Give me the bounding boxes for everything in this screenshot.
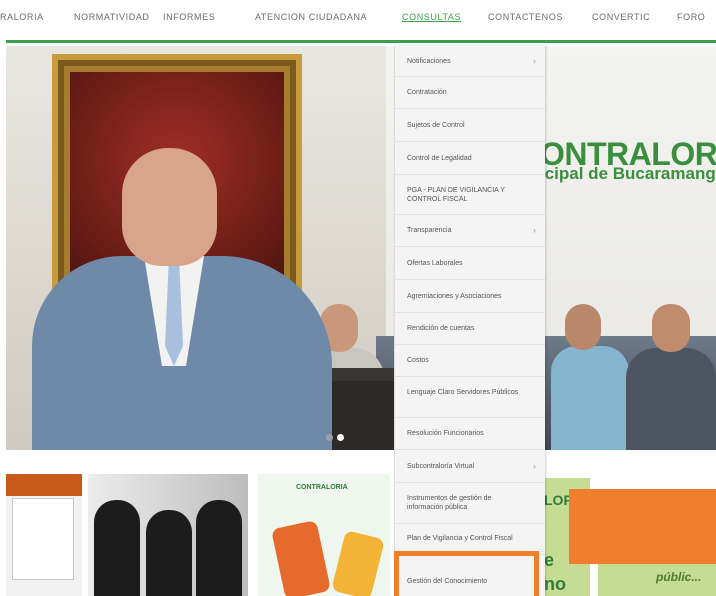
menu-item-pga-plan-vigilancia[interactable]: PGA - PLAN DE VIGILANCIA Y CONTROL FISCA… [395,175,545,215]
menu-item-agremiaciones[interactable]: Agremiaciones y Asociaciones [395,280,545,313]
menu-item-control-de-legalidad[interactable]: Control de Legalidad [395,142,545,175]
menu-item-label: Agremiaciones y Asociaciones [407,293,502,300]
nav-item-consultas[interactable]: CONSULTAS [402,12,461,22]
menu-item-ofertas-laborales[interactable]: Ofertas Laborales [395,247,545,280]
slider-dot-active[interactable] [337,434,344,441]
nav-item-atencion-ciudadana[interactable]: ATENCION CIUDADANA [255,12,367,22]
menu-item-subcontraloria-virtual[interactable]: Subcontraloría Virtual › [395,450,545,483]
menu-item-lenguaje-claro[interactable]: Lenguaje Claro Servidores Públicos [395,377,545,418]
menu-item-label: Sujetos de Control [407,122,465,129]
orange-overlay-block [569,489,716,564]
hero-slider[interactable]: ONTRALORIA icipal de Bucaramanga [6,46,716,450]
cartoon-figure [331,530,385,596]
menu-item-notificaciones[interactable]: Notificaciones › [395,46,545,77]
tile-handshake[interactable] [88,474,248,596]
slider-dots [326,428,348,441]
menu-item-label: Transparencia [407,227,452,234]
tile-text: no [544,574,566,594]
top-navigation: RALORIA NORMATIVIDAD INFORMES ATENCION C… [0,0,716,40]
menu-item-label: Subcontraloría Virtual [407,463,475,470]
nav-item-convertic[interactable]: CONVERTIC [592,12,650,22]
silhouette-image [94,500,140,596]
menu-item-label: Rendición de cuentas [407,325,475,332]
menu-item-label: Resolución Funcionarios [407,430,484,437]
silhouette-image [196,500,242,596]
chevron-right-icon: › [533,56,536,66]
menu-item-label: Control de Legalidad [407,155,472,162]
menu-item-costos[interactable]: Costos [395,345,545,377]
menu-item-transparencia[interactable]: Transparencia › [395,215,545,247]
highlight-annotation-box [394,551,539,596]
chevron-right-icon: › [533,461,536,471]
silhouette-image [146,510,192,596]
nav-item-contactenos[interactable]: CONTACTENOS [488,12,563,22]
menu-item-label: Notificaciones [407,58,451,65]
consultas-dropdown-menu: Notificaciones › Contratación Sujetos de… [394,46,545,596]
chevron-right-icon: › [533,225,536,235]
nav-item-informes[interactable]: INFORMES [163,12,215,22]
menu-item-label: Plan de Vigilancia y Control Fiscal [407,535,513,542]
tile-contraloria-kids[interactable]: CONTRALORIA [258,474,390,596]
menu-item-label: Ofertas Laborales [407,260,463,267]
menu-item-resolucion-funcionarios[interactable]: Resolución Funcionarios [395,418,545,450]
menu-item-sujetos-de-control[interactable]: Sujetos de Control [395,109,545,142]
document-image [12,498,74,580]
speaker-figure [32,138,362,450]
tile-documents[interactable] [6,474,82,596]
nav-item-normatividad[interactable]: NORMATIVIDAD [74,12,150,22]
menu-item-contratacion[interactable]: Contratación [395,77,545,109]
tile-logo: CONTRALORIA [296,484,348,491]
attendee-figure [616,304,716,450]
tile-text: e [544,550,555,570]
menu-item-instrumentos-gestion[interactable]: Instrumentos de gestión de información p… [395,483,545,524]
menu-item-label: Instrumentos de gestión de información p… [407,495,492,511]
menu-item-label: Costos [407,357,429,364]
nav-item-contraloria[interactable]: RALORIA [0,12,44,22]
nav-underline-bar [6,40,716,43]
slider-dot[interactable] [326,434,333,441]
menu-item-label: PGA - PLAN DE VIGILANCIA Y CONTROL FISCA… [407,187,505,203]
hero-brand-subtitle: icipal de Bucaramanga [540,164,716,183]
menu-item-label: Lenguaje Claro Servidores Públicos [407,389,519,396]
nav-item-foro[interactable]: FORO [677,12,705,22]
menu-item-rendicion-de-cuentas[interactable]: Rendición de cuentas [395,313,545,345]
menu-item-label: Contratación [407,89,447,96]
tile-text: públic... [656,570,702,584]
cartoon-figure [271,520,331,596]
